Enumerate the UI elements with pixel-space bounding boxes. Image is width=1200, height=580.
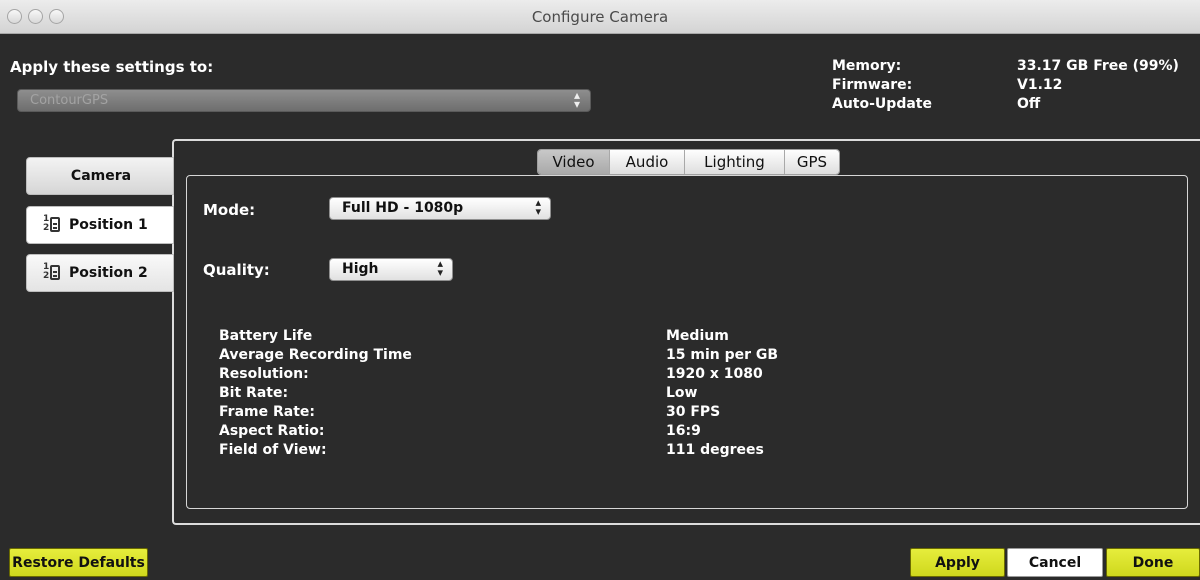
sidebar-item-label: Position 1 [69, 217, 148, 233]
spec-label-field-of-view: Field of View: [219, 442, 327, 458]
sidebar-item-camera[interactable]: Camera [26, 157, 174, 195]
spec-value-field-of-view: 111 degrees [666, 442, 764, 458]
apply-settings-label: Apply these settings to: [10, 58, 214, 76]
memory-label: Memory: [832, 58, 902, 74]
spec-value-bit-rate: Low [666, 385, 698, 401]
popup-arrows-icon: ▴ ▾ [535, 196, 541, 218]
device-select-value: ContourGPS [30, 93, 109, 108]
mode-label: Mode: [203, 201, 256, 219]
spec-label-battery-life: Battery Life [219, 328, 313, 344]
tab-lighting[interactable]: Lighting [685, 150, 785, 174]
spec-value-resolution: 1920 x 1080 [666, 366, 763, 382]
auto-update-value: Off [1017, 96, 1041, 112]
quality-label: Quality: [203, 261, 270, 279]
tab-video[interactable]: Video [538, 150, 610, 174]
firmware-value: V1.12 [1017, 77, 1063, 93]
tab-audio[interactable]: Audio [610, 150, 685, 174]
position-switch-icon: 12 [43, 214, 63, 234]
spec-value-aspect-ratio: 16:9 [666, 423, 701, 439]
spec-value-recording-time: 15 min per GB [666, 347, 779, 363]
sidebar-item-position-1[interactable]: 12 Position 1 [26, 206, 174, 244]
mode-select[interactable]: Full HD - 1080p ▴ ▾ [329, 197, 551, 220]
device-select[interactable]: ContourGPS ▴ ▾ [17, 89, 591, 112]
restore-defaults-button[interactable]: Restore Defaults [9, 548, 148, 577]
done-button[interactable]: Done [1106, 548, 1200, 577]
mode-select-value: Full HD - 1080p [342, 200, 464, 216]
sidebar-item-label: Position 2 [69, 265, 148, 281]
sidebar-item-position-2[interactable]: 12 Position 2 [26, 254, 174, 292]
quality-select[interactable]: High ▴ ▾ [329, 258, 453, 281]
spec-label-recording-time: Average Recording Time [219, 347, 412, 363]
settings-tabs: Video Audio Lighting GPS [537, 149, 840, 175]
window-titlebar: Configure Camera [0, 0, 1200, 34]
apply-button[interactable]: Apply [910, 548, 1005, 577]
sidebar-item-label: Camera [70, 168, 132, 184]
cancel-button[interactable]: Cancel [1007, 548, 1103, 577]
firmware-label: Firmware: [832, 77, 913, 93]
spec-value-frame-rate: 30 FPS [666, 404, 721, 420]
popup-arrows-icon: ▴ ▾ [573, 88, 580, 111]
tab-gps[interactable]: GPS [785, 150, 839, 174]
position-switch-icon: 12 [43, 262, 63, 282]
quality-select-value: High [342, 261, 379, 277]
spec-label-resolution: Resolution: [219, 366, 309, 382]
spec-label-aspect-ratio: Aspect Ratio: [219, 423, 325, 439]
memory-value: 33.17 GB Free (99%) [1017, 58, 1179, 74]
spec-value-battery-life: Medium [666, 328, 729, 344]
spec-label-bit-rate: Bit Rate: [219, 385, 289, 401]
spec-label-frame-rate: Frame Rate: [219, 404, 315, 420]
auto-update-label: Auto-Update [832, 96, 932, 112]
window-title: Configure Camera [531, 8, 669, 26]
popup-arrows-icon: ▴ ▾ [437, 257, 443, 279]
